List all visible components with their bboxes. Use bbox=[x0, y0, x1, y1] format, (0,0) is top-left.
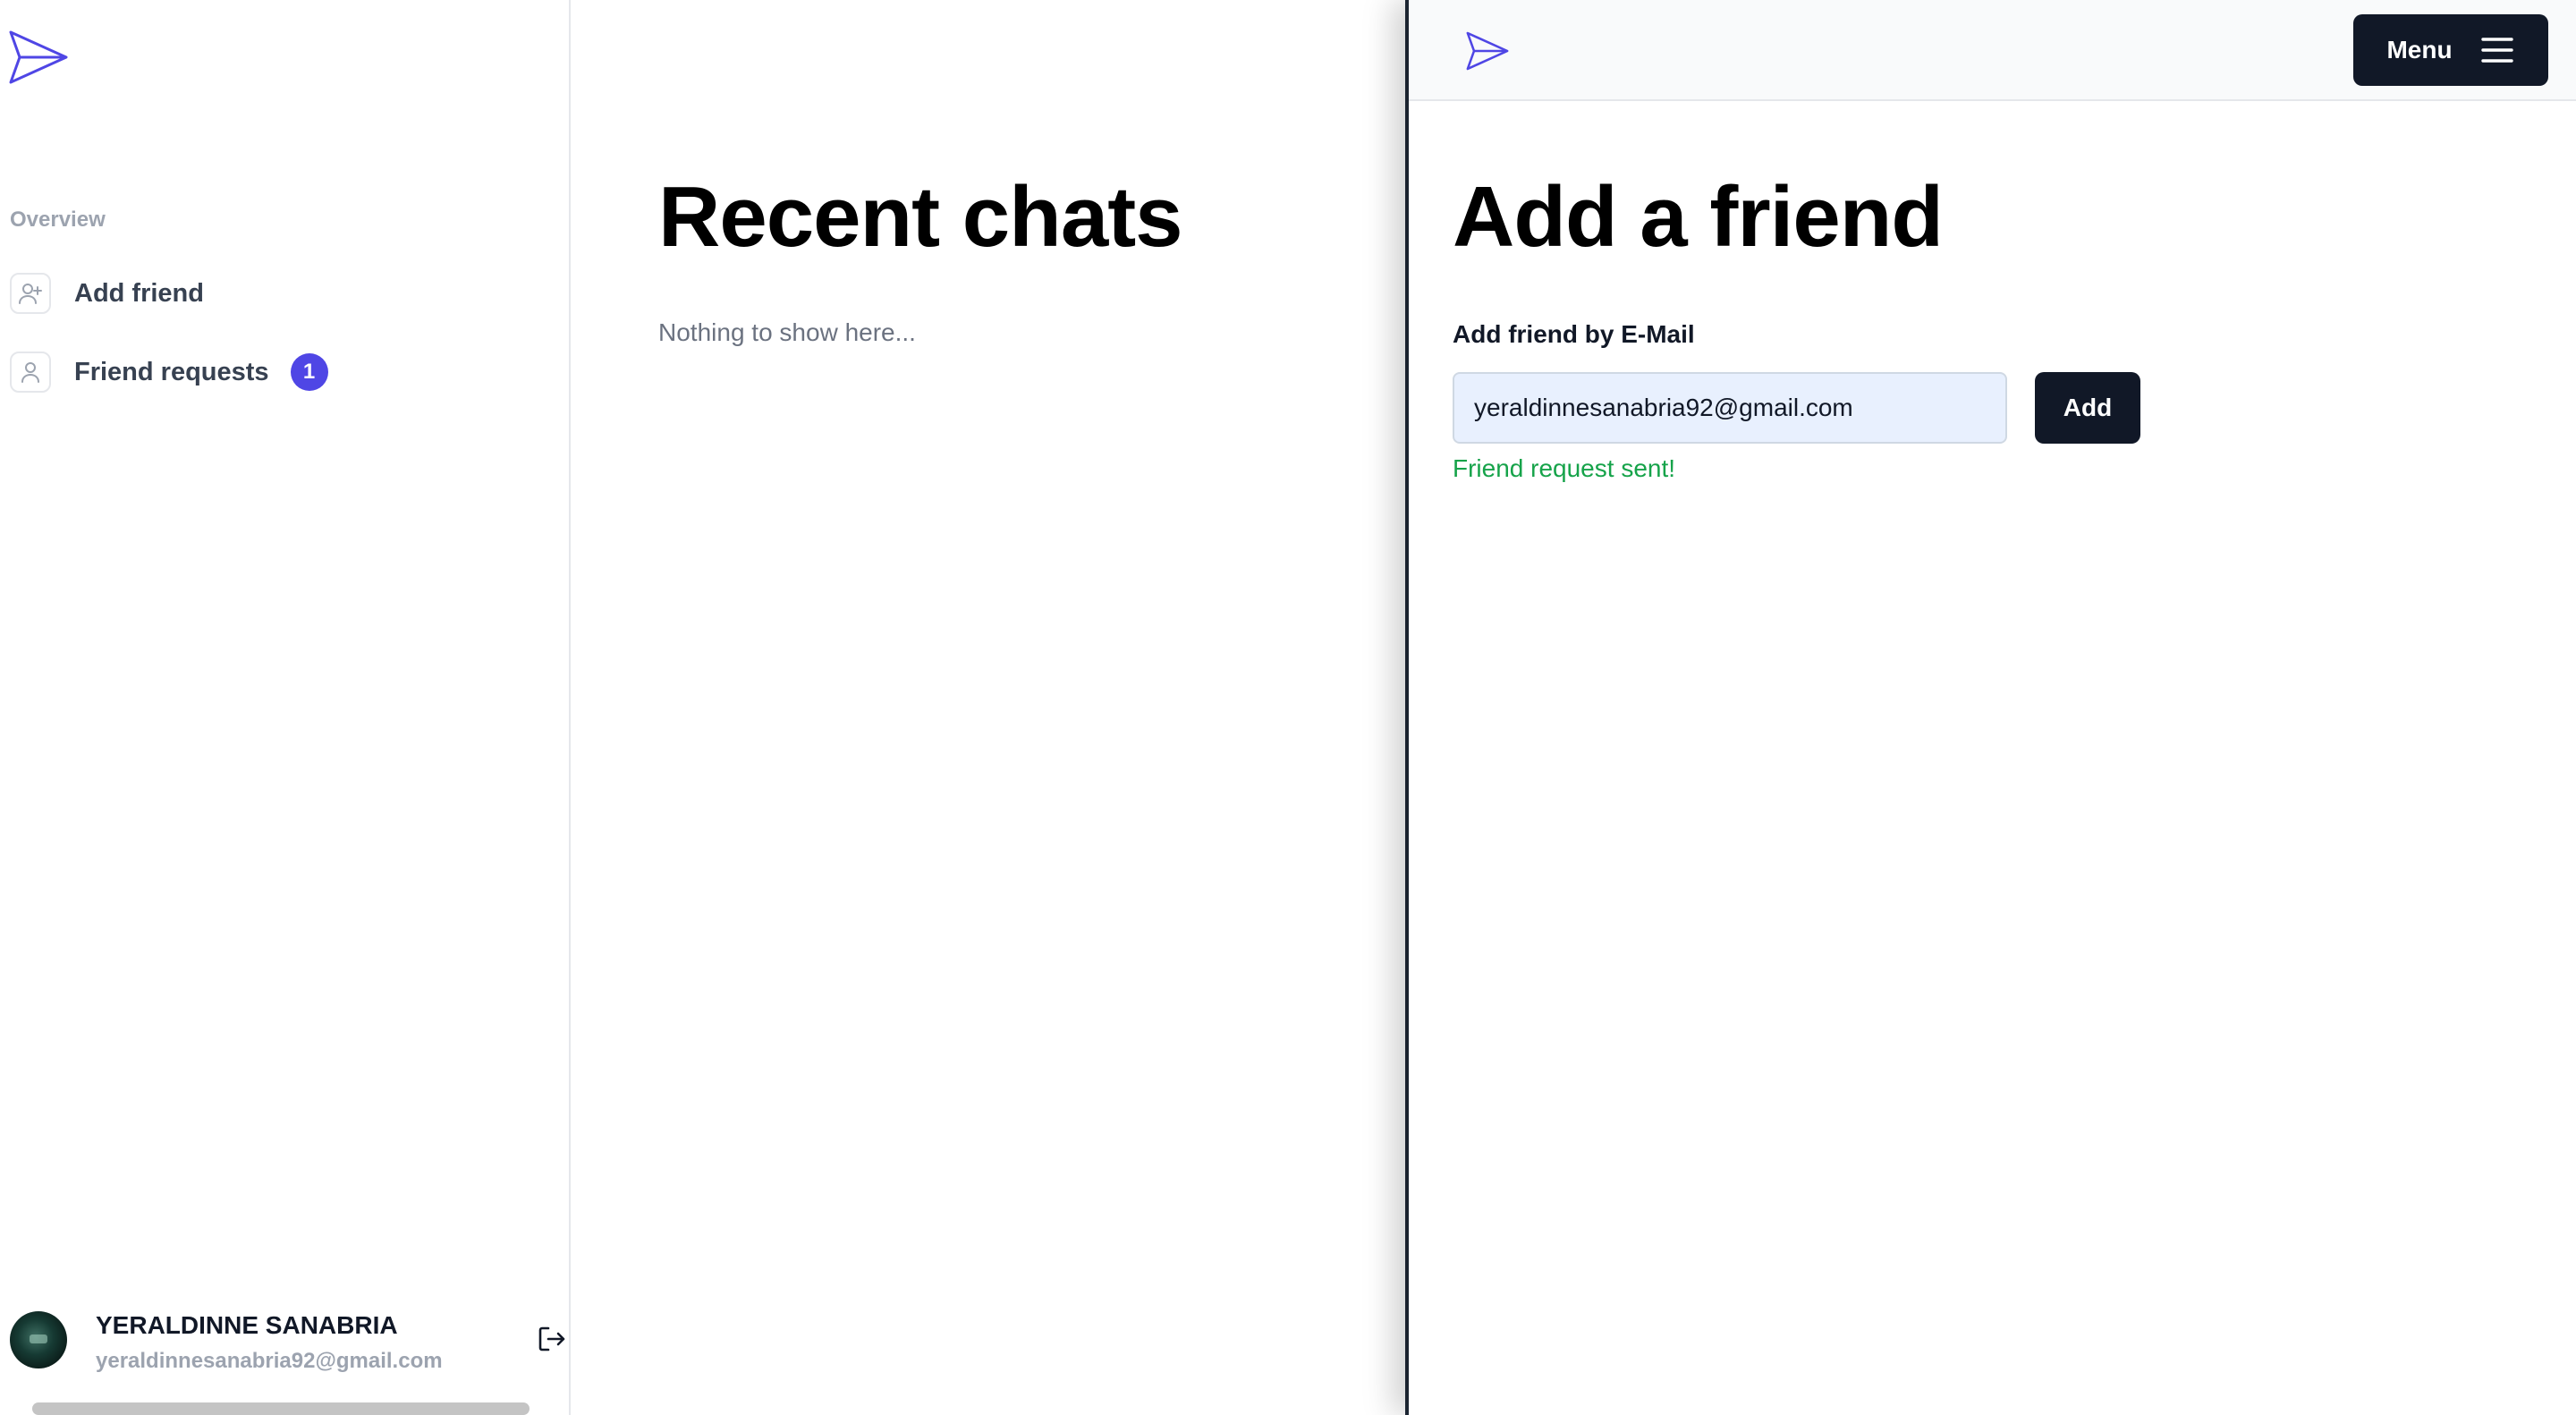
send-logo-icon[interactable] bbox=[7, 29, 70, 86]
sidebar: Overview Add friend Friend requests 1 YE… bbox=[0, 0, 571, 1415]
sidebar-item-label: Friend requests bbox=[74, 357, 269, 386]
sidebar-item-add-friend[interactable]: Add friend bbox=[10, 270, 386, 317]
menu-button-label: Menu bbox=[2386, 36, 2453, 64]
user-email: yeraldinnesanabria92@gmail.com bbox=[96, 1349, 443, 1373]
friend-requests-count-badge: 1 bbox=[290, 353, 328, 391]
user-icon bbox=[10, 352, 51, 393]
empty-state-message: Nothing to show here... bbox=[658, 318, 916, 346]
sign-out-icon[interactable] bbox=[537, 1324, 567, 1354]
user-name: YERALDINNE SANABRIA bbox=[96, 1311, 398, 1339]
email-field[interactable] bbox=[1453, 372, 2007, 444]
sidebar-item-label: Add friend bbox=[74, 278, 204, 308]
section-label-overview: Overview bbox=[10, 208, 106, 232]
page-title: Add a friend bbox=[1453, 169, 1944, 265]
hamburger-icon bbox=[2480, 38, 2513, 63]
email-field-label: Add friend by E-Mail bbox=[1453, 320, 1695, 348]
sidebar-item-friend-requests[interactable]: Friend requests 1 bbox=[10, 349, 386, 395]
desktop-window: Overview Add friend Friend requests 1 YE… bbox=[0, 0, 1408, 1415]
menu-button[interactable]: Menu bbox=[2353, 14, 2548, 86]
mobile-header: Menu bbox=[1409, 0, 2576, 101]
horizontal-scrollbar[interactable] bbox=[32, 1402, 530, 1415]
page-title: Recent chats bbox=[658, 169, 1183, 265]
success-message: Friend request sent! bbox=[1453, 454, 1676, 482]
add-button[interactable]: Add bbox=[2035, 372, 2140, 444]
send-logo-icon[interactable] bbox=[1465, 30, 1510, 72]
user-profile: YERALDINNE SANABRIA yeraldinnesanabria92… bbox=[10, 1308, 564, 1379]
mobile-window: Menu Add a friend Add friend by E-Mail A… bbox=[1409, 0, 2576, 1415]
screen: Overview Add friend Friend requests 1 YE… bbox=[0, 0, 2576, 1415]
avatar bbox=[10, 1311, 67, 1368]
user-plus-icon bbox=[10, 273, 51, 314]
